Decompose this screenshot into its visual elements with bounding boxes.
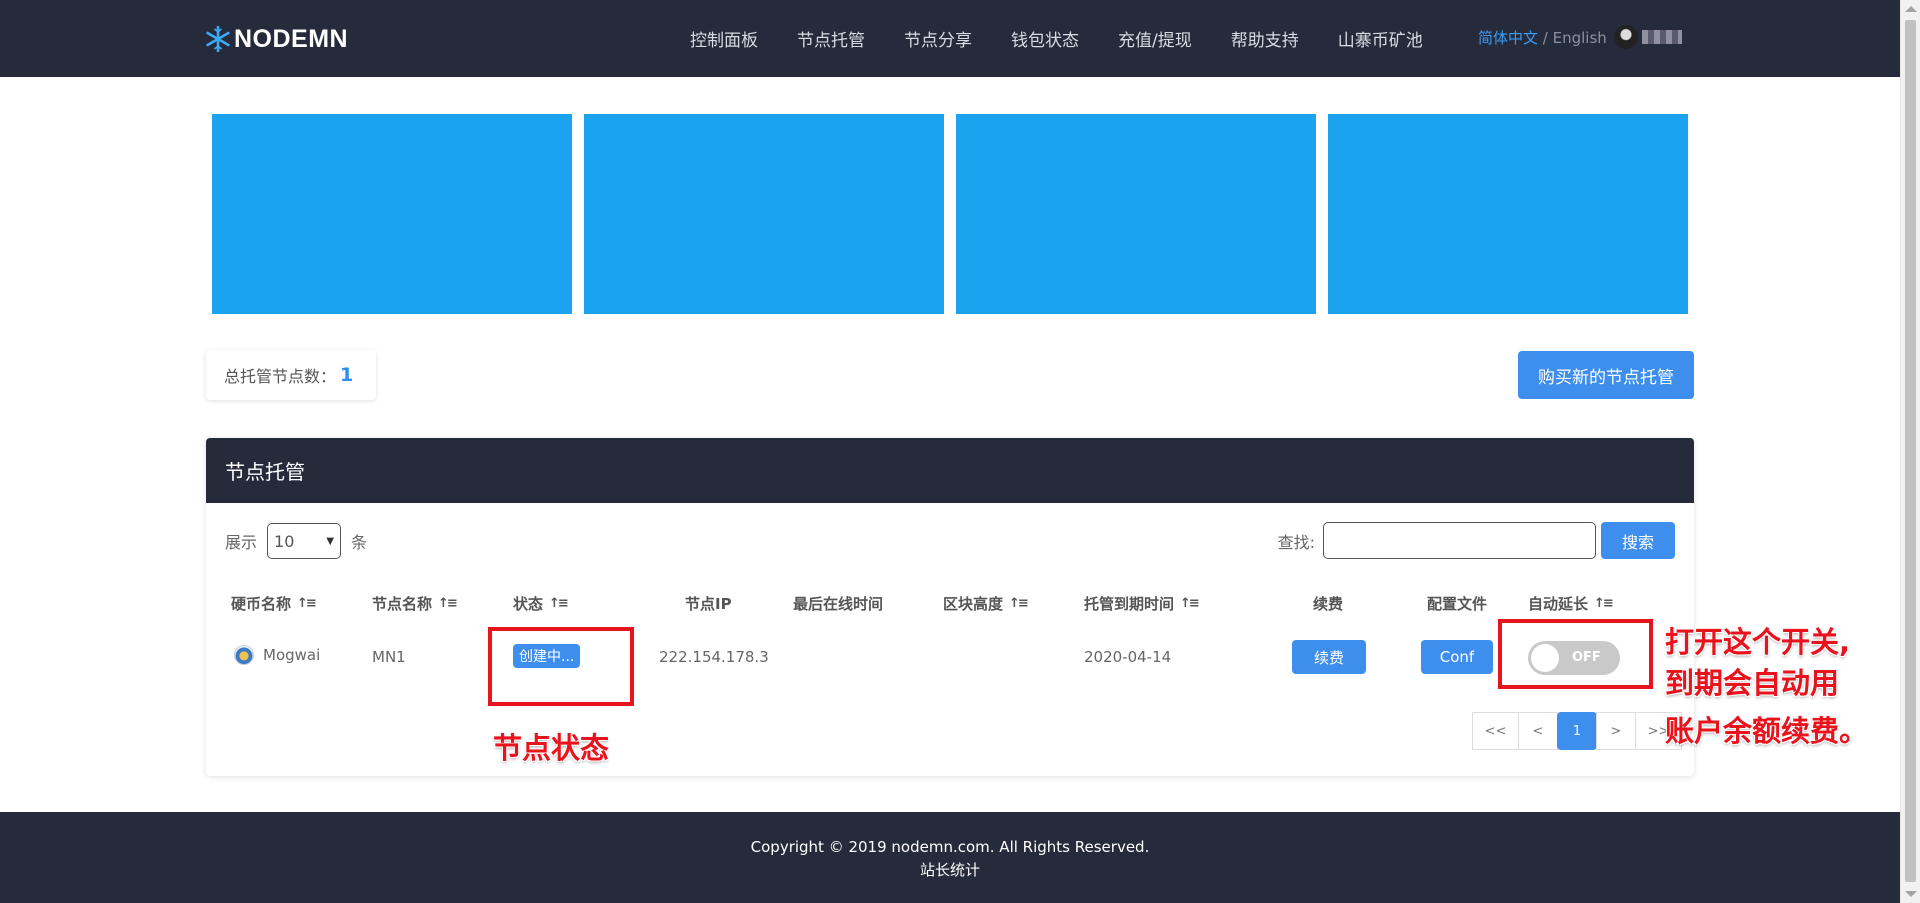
conf-download-button[interactable]: Conf — [1421, 640, 1493, 674]
status-highlight-box — [488, 627, 634, 706]
col-auto-renew[interactable]: 自动延长 ↑≡ — [1528, 593, 1614, 614]
sort-icon[interactable]: ↑≡ — [297, 596, 317, 611]
sort-icon[interactable]: ↑≡ — [1594, 596, 1614, 611]
total-nodes-value: 1 — [340, 364, 354, 386]
scroll-down-arrow-icon[interactable] — [1905, 891, 1917, 897]
col-block-height[interactable]: 区块高度 ↑≡ — [943, 593, 1029, 614]
page-size-value: 10 — [274, 531, 295, 551]
col-expiry-date[interactable]: 托管到期时间 ↑≡ — [1084, 593, 1200, 614]
search-label: 查找: — [1277, 532, 1315, 552]
banner-4[interactable] — [1328, 114, 1688, 314]
site-stats-link[interactable]: 站长统计 — [0, 859, 1900, 880]
col-node-ip-label: 节点IP — [685, 595, 732, 613]
page-next[interactable]: > — [1596, 712, 1636, 750]
nav-node-sharing[interactable]: 节点分享 — [904, 26, 972, 51]
nav-node-hosting[interactable]: 节点托管 — [797, 26, 865, 51]
page-size-control: 展示 10 ▼ 条 — [225, 523, 367, 559]
nav-dashboard[interactable]: 控制面板 — [690, 26, 758, 51]
scrollbar-thumb[interactable] — [1905, 20, 1916, 882]
expiry-date: 2020-04-14 — [1084, 648, 1172, 666]
col-config-file-label: 配置文件 — [1427, 595, 1488, 613]
nav-help-support[interactable]: 帮助支持 — [1231, 26, 1299, 51]
page-first[interactable]: << — [1472, 712, 1519, 750]
col-renew: 续费 — [1313, 593, 1343, 614]
col-block-height-label: 区块高度 — [943, 595, 1004, 613]
show-label: 展示 — [225, 533, 258, 552]
avatar — [1614, 25, 1638, 49]
sort-icon[interactable]: ↑≡ — [1009, 596, 1029, 611]
col-config-file: 配置文件 — [1427, 593, 1487, 614]
main-nav: 控制面板 节点托管 节点分享 钱包状态 充值/提现 帮助支持 山寨币矿池 — [690, 0, 1462, 77]
search-button[interactable]: 搜索 — [1601, 522, 1675, 559]
col-renew-label: 续费 — [1313, 595, 1344, 613]
toggle-highlight-box — [1498, 619, 1653, 689]
user-menu[interactable] — [1614, 25, 1682, 49]
logo-text: NODEMN — [234, 24, 349, 53]
footer: Copyright © 2019 nodemn.com. All Rights … — [0, 812, 1900, 903]
show-unit: 条 — [351, 533, 368, 552]
lang-separator: / — [1538, 29, 1553, 47]
col-status-label: 状态 — [513, 595, 544, 613]
renew-button[interactable]: 续费 — [1292, 640, 1366, 674]
node-ip: 222.154.178.3 — [659, 648, 769, 666]
chevron-down-icon: ▼ — [326, 535, 335, 547]
nav-wallet-status[interactable]: 钱包状态 — [1011, 26, 1079, 51]
banner-3[interactable] — [956, 114, 1316, 314]
coin-name: Mogwai — [263, 646, 321, 664]
search-bar: 查找: 搜索 — [1278, 522, 1675, 559]
search-input[interactable] — [1323, 522, 1596, 559]
toggle-annotation-line-2: 到期会自动用 — [1665, 666, 1840, 700]
pagination: << < 1 > >> — [1472, 712, 1682, 750]
sort-icon[interactable]: ↑≡ — [1180, 596, 1200, 611]
node-name: MN1 — [372, 648, 406, 666]
lang-simplified-chinese[interactable]: 简体中文 — [1478, 29, 1538, 47]
col-expiry-date-label: 托管到期时间 — [1084, 595, 1175, 613]
scroll-up-arrow-icon[interactable] — [1905, 6, 1917, 12]
status-annotation: 节点状态 — [493, 731, 610, 765]
buy-node-hosting-button[interactable]: 购买新的节点托管 — [1518, 351, 1694, 399]
col-auto-renew-label: 自动延长 — [1528, 595, 1589, 613]
table-row-coin: Mogwai — [234, 645, 320, 665]
nav-deposit-withdraw[interactable]: 充值/提现 — [1118, 26, 1192, 51]
total-nodes-label: 总托管节点数： — [224, 367, 337, 386]
col-coin-name[interactable]: 硬币名称 ↑≡ — [231, 593, 317, 614]
banner-1[interactable] — [212, 114, 572, 314]
col-node-name-label: 节点名称 — [372, 595, 433, 613]
copyright-text: Copyright © 2019 nodemn.com. All Rights … — [750, 838, 1150, 856]
top-header: NODEMN 控制面板 节点托管 节点分享 钱包状态 充值/提现 帮助支持 山寨… — [0, 0, 1900, 77]
total-nodes-card: 总托管节点数： 1 — [206, 350, 376, 400]
lang-english[interactable]: English — [1553, 29, 1607, 47]
logo[interactable]: NODEMN — [205, 22, 348, 56]
col-last-online: 最后在线时间 — [793, 593, 883, 614]
page: NODEMN 控制面板 节点托管 节点分享 钱包状态 充值/提现 帮助支持 山寨… — [0, 0, 1920, 903]
toggle-annotation-line-1: 打开这个开关, — [1665, 625, 1851, 659]
mogwai-coin-icon — [234, 645, 254, 665]
col-status[interactable]: 状态 ↑≡ — [513, 593, 569, 614]
page-prev[interactable]: < — [1518, 712, 1558, 750]
col-node-ip: 节点IP — [685, 593, 732, 614]
panel-title: 节点托管 — [206, 438, 1694, 503]
node-hosting-panel: 节点托管 展示 10 ▼ 条 查找: 搜索 硬币名称 ↑≡ 节点名称 ↑≡ 状态 ↑≡… — [206, 438, 1694, 776]
banner-2[interactable] — [584, 114, 944, 314]
vertical-scrollbar[interactable] — [1900, 0, 1920, 903]
nav-altcoin-pool[interactable]: 山寨币矿池 — [1338, 26, 1423, 51]
col-node-name[interactable]: 节点名称 ↑≡ — [372, 593, 458, 614]
col-coin-name-label: 硬币名称 — [231, 595, 292, 613]
username-blurred — [1642, 30, 1682, 44]
col-last-online-label: 最后在线时间 — [793, 595, 884, 613]
sort-icon[interactable]: ↑≡ — [438, 596, 458, 611]
sort-icon[interactable]: ↑≡ — [549, 596, 569, 611]
page-size-select[interactable]: 10 ▼ — [267, 523, 342, 559]
language-switcher: 简体中文 / English — [1478, 27, 1607, 48]
snowflake-logo-icon — [206, 26, 230, 52]
toggle-annotation-line-3: 账户余额续费。 — [1665, 714, 1869, 748]
page-1[interactable]: 1 — [1557, 712, 1597, 750]
